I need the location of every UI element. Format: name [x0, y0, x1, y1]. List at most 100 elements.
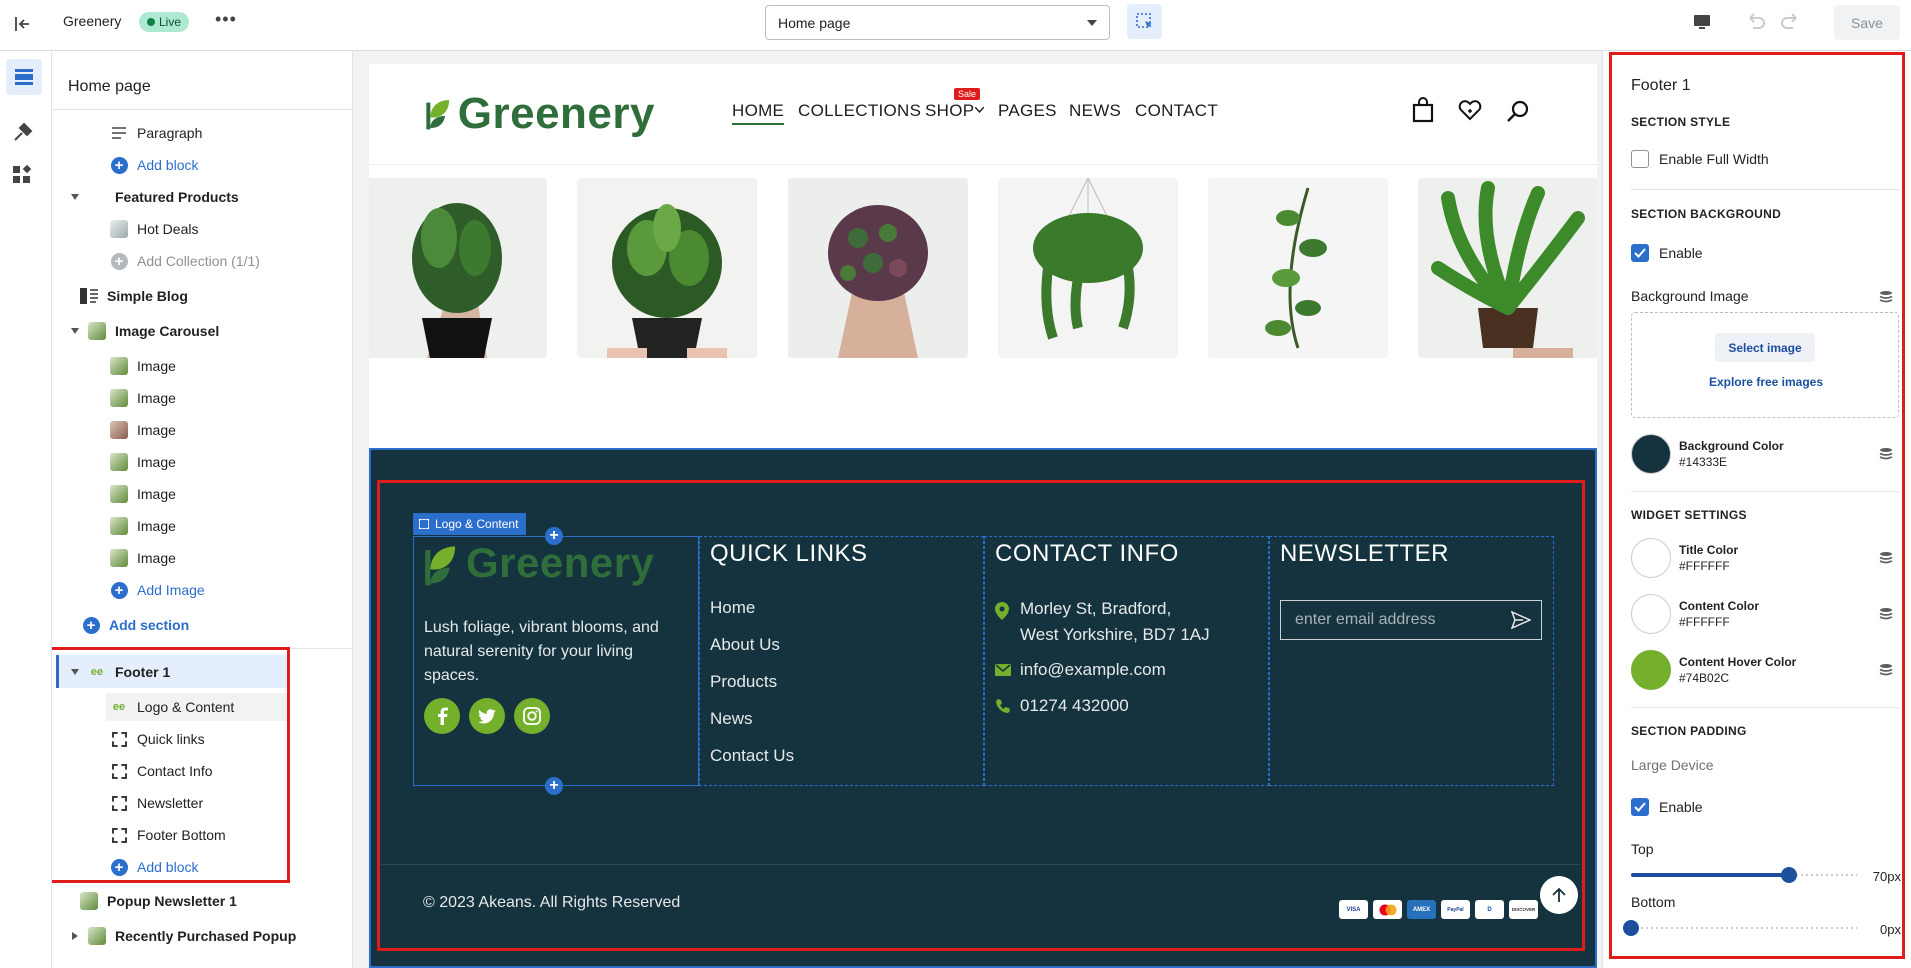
nav-shop[interactable]: SHOP: [925, 101, 974, 121]
block-label-tag: Logo & Content: [413, 513, 527, 535]
dynamic-source-icon[interactable]: [1879, 447, 1893, 461]
nav-pages[interactable]: PAGES: [998, 101, 1057, 121]
slider-thumb[interactable]: [1623, 920, 1639, 936]
footer-link[interactable]: Contact Us: [710, 746, 794, 766]
search-icon[interactable]: [1506, 99, 1530, 123]
phone-icon: [996, 699, 1010, 713]
block-image[interactable]: Image: [110, 481, 176, 507]
block-image[interactable]: Image: [110, 385, 176, 411]
tree-label: Popup Newsletter 1: [107, 893, 237, 909]
desktop-preview-icon[interactable]: [1692, 12, 1712, 32]
wishlist-icon[interactable]: [1458, 99, 1482, 121]
section-thumb: [88, 188, 106, 206]
slider-thumb[interactable]: [1781, 867, 1798, 883]
hover-color-swatch[interactable]: [1631, 650, 1671, 690]
block-image[interactable]: Image: [110, 513, 176, 539]
add-block-bottom-icon[interactable]: +: [545, 777, 563, 795]
full-width-checkbox[interactable]: Enable Full Width: [1631, 150, 1769, 168]
add-image-button[interactable]: + Add Image: [110, 577, 205, 603]
tree-label: Add section: [109, 617, 190, 633]
section-featured-products[interactable]: Featured Products: [66, 184, 239, 210]
instagram-icon[interactable]: [514, 698, 550, 734]
image-picker[interactable]: Select image Explore free images: [1631, 312, 1899, 418]
dynamic-source-icon[interactable]: [1879, 607, 1893, 621]
more-actions-icon[interactable]: •••: [215, 10, 236, 32]
footer-link[interactable]: Products: [710, 672, 777, 692]
exit-icon[interactable]: [12, 14, 32, 34]
quick-links-block[interactable]: QUICK LINKS Home About Us Products News …: [699, 536, 984, 786]
footer-section[interactable]: Greenery Lush foliage, vibrant blooms, a…: [369, 448, 1597, 968]
back-to-top-icon[interactable]: [1540, 876, 1578, 914]
tree-label: Image: [137, 422, 176, 438]
padding-enable-label: Enable: [1659, 799, 1703, 815]
apps-icon[interactable]: [12, 165, 32, 185]
chevron-down-icon: [1087, 19, 1097, 27]
section-popup-newsletter[interactable]: Popup Newsletter 1: [80, 888, 237, 914]
facebook-icon[interactable]: [424, 698, 460, 734]
footer-link[interactable]: News: [710, 709, 753, 729]
add-block-top-icon[interactable]: +: [545, 527, 563, 545]
section-simple-blog[interactable]: Simple Blog: [80, 283, 188, 309]
copyright-text: © 2023 Akeans. All Rights Reserved: [423, 894, 681, 911]
footer-link[interactable]: Home: [710, 598, 755, 618]
nav-contact[interactable]: CONTACT: [1135, 101, 1218, 121]
select-image-button[interactable]: Select image: [1715, 333, 1815, 362]
nav-news[interactable]: NEWS: [1069, 101, 1121, 121]
content-color-swatch[interactable]: [1631, 594, 1671, 634]
block-image[interactable]: Image: [110, 449, 176, 475]
add-collection-button[interactable]: + Add Collection (1/1): [110, 248, 260, 274]
carousel-image[interactable]: [788, 178, 968, 358]
section-image-carousel[interactable]: Image Carousel: [66, 318, 219, 344]
dynamic-source-icon[interactable]: [1879, 551, 1893, 565]
section-recently-purchased[interactable]: Recently Purchased Popup: [66, 923, 296, 949]
bottom-padding-slider[interactable]: [1623, 920, 1857, 936]
carousel-image[interactable]: [1418, 178, 1597, 358]
site-logo[interactable]: Greenery: [425, 86, 655, 142]
logo-content-block[interactable]: Greenery Lush foliage, vibrant blooms, a…: [413, 536, 699, 786]
carousel-image[interactable]: [577, 178, 757, 358]
send-icon[interactable]: [1511, 611, 1531, 629]
dynamic-source-icon[interactable]: [1879, 663, 1893, 677]
nav-collections[interactable]: COLLECTIONS: [798, 101, 921, 121]
cart-icon[interactable]: [1412, 97, 1434, 123]
block-outline-icon: [419, 519, 429, 529]
panel-title: Home page: [68, 78, 151, 95]
block-image[interactable]: Image: [110, 545, 176, 571]
footer-link[interactable]: About Us: [710, 635, 780, 655]
tree-label: Image: [137, 390, 176, 406]
undo-icon[interactable]: [1744, 12, 1766, 32]
carousel-image[interactable]: [369, 178, 547, 358]
footer-leaf-logo-icon: [425, 546, 456, 586]
contact-info-block[interactable]: CONTACT INFO Morley St, Bradford, West Y…: [984, 536, 1269, 786]
explore-images-link[interactable]: Explore free images: [1632, 375, 1900, 389]
block-image[interactable]: Image: [110, 353, 176, 379]
page-select[interactable]: Home page: [765, 5, 1110, 40]
bg-enable-checkbox[interactable]: Enable: [1631, 244, 1703, 262]
add-section-button[interactable]: + Add section: [82, 612, 189, 638]
dynamic-source-icon[interactable]: [1879, 290, 1893, 304]
block-image[interactable]: Image: [110, 417, 176, 443]
theme-settings-icon[interactable]: [12, 121, 34, 143]
tree-label: Image: [137, 454, 176, 470]
block-hot-deals[interactable]: Hot Deals: [110, 216, 198, 242]
carousel-image[interactable]: [1208, 178, 1388, 358]
padding-enable-checkbox[interactable]: Enable: [1631, 798, 1703, 816]
add-block-button[interactable]: + Add block: [110, 152, 198, 178]
contact-email[interactable]: info@example.com: [1020, 660, 1166, 680]
nav-home[interactable]: HOME: [732, 101, 785, 125]
save-button[interactable]: Save: [1834, 5, 1900, 40]
block-paragraph[interactable]: Paragraph: [110, 120, 202, 146]
sections-icon[interactable]: [6, 59, 42, 95]
newsletter-email-input[interactable]: enter email address: [1280, 600, 1542, 640]
image-thumb: [110, 485, 128, 503]
tree-label: Add Image: [137, 582, 205, 598]
bg-color-swatch[interactable]: [1631, 434, 1671, 474]
contact-phone[interactable]: 01274 432000: [1020, 696, 1129, 716]
title-color-swatch[interactable]: [1631, 538, 1671, 578]
redo-icon[interactable]: [1780, 12, 1802, 32]
top-padding-slider[interactable]: [1631, 867, 1857, 883]
newsletter-block[interactable]: NEWSLETTER enter email address: [1269, 536, 1554, 786]
inspector-icon[interactable]: [1127, 4, 1162, 39]
carousel-image[interactable]: [998, 178, 1178, 358]
twitter-icon[interactable]: [469, 698, 505, 734]
